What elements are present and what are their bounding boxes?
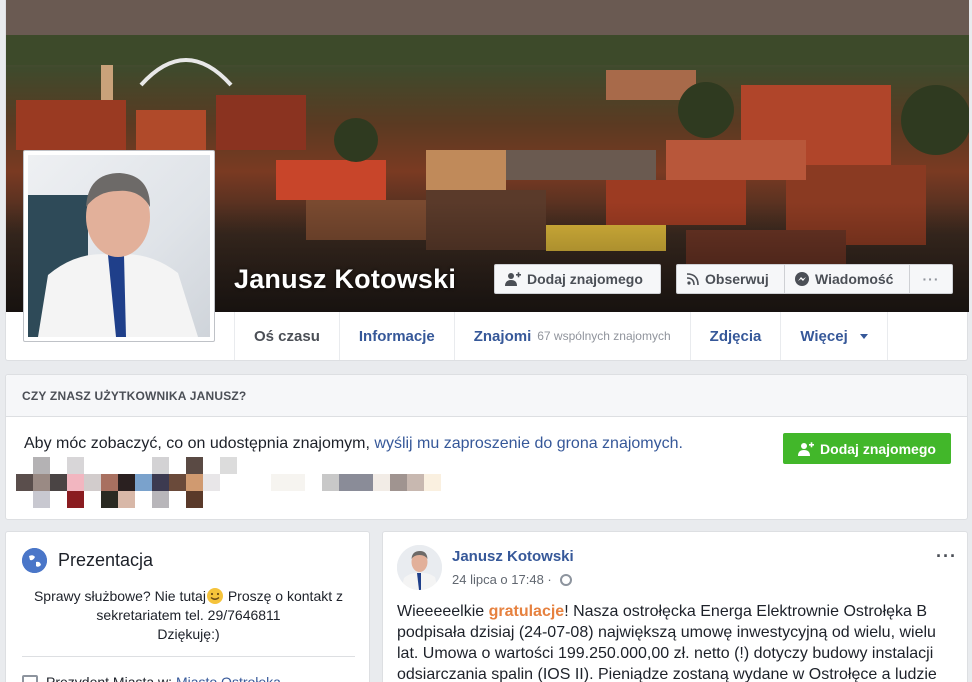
intro-title: Prezentacja xyxy=(58,550,154,570)
person-portrait-icon xyxy=(397,545,442,590)
public-globe-icon xyxy=(559,573,572,586)
profile-name: Janusz Kotowski xyxy=(234,264,457,294)
intro-line3: Dziękuję:) xyxy=(157,626,220,642)
message-label: Wiadomość xyxy=(815,271,894,287)
post-card: Janusz Kotowski 24 lipca o 17:48 · ··· W… xyxy=(382,531,968,682)
add-friend-label: Dodaj znajomego xyxy=(527,271,643,287)
follow-button[interactable]: Obserwuj xyxy=(676,264,785,294)
tab-label: Znajomi xyxy=(473,327,532,345)
tab-friends[interactable]: Znajomi 67 wspólnych znajomych xyxy=(453,312,690,360)
post-text: Wieeeeelkie gratulacje! Nasza ostrołęcka… xyxy=(397,601,955,682)
post-hashtag-highlight[interactable]: gratulacje xyxy=(489,603,565,620)
post-avatar[interactable] xyxy=(397,545,442,590)
intro-divider xyxy=(22,656,355,657)
send-friend-request-link[interactable]: wyślij mu zaproszenie do grona znajomych… xyxy=(374,435,683,452)
work-prefix: Prezydent Miasta w: xyxy=(46,674,176,682)
add-friend-green-label: Dodaj znajomego xyxy=(820,440,936,457)
profile-picture[interactable] xyxy=(23,150,215,342)
mutual-friends-count: 67 wspólnych znajomych xyxy=(537,329,671,343)
tab-photos[interactable]: Zdjęcia xyxy=(689,312,781,360)
globe-icon xyxy=(22,548,47,573)
know-user-card: CZY ZNASZ UŻYTKOWNIKA JANUSZ? Aby móc zo… xyxy=(5,374,968,520)
message-button[interactable]: Wiadomość xyxy=(784,264,910,294)
more-options-button[interactable]: ··· xyxy=(909,264,953,294)
know-user-text-prefix: Aby móc zobaczyć, co on udostępnia znajo… xyxy=(24,435,375,452)
intro-card: Prezentacja Sprawy służbowe? Nie tutaj P… xyxy=(5,531,370,682)
messenger-icon xyxy=(795,272,809,286)
post-options-icon[interactable]: ··· xyxy=(936,546,957,567)
work-link[interactable]: Miasto Ostrołęka xyxy=(176,674,281,682)
tab-label: Więcej xyxy=(800,327,848,345)
tab-timeline[interactable]: Oś czasu xyxy=(234,312,339,360)
know-user-header: CZY ZNASZ UŻYTKOWNIKA JANUSZ? xyxy=(6,375,967,417)
tab-about[interactable]: Informacje xyxy=(338,312,454,360)
post-date[interactable]: 24 lipca o 17:48 · xyxy=(452,572,552,587)
post-meta: 24 lipca o 17:48 · xyxy=(452,572,572,587)
tab-more[interactable]: Więcej xyxy=(780,312,888,360)
person-portrait-icon xyxy=(28,173,198,337)
chevron-down-icon xyxy=(859,333,868,339)
intro-work-row: Prezydent Miasta w: Miasto Ostrołęka xyxy=(22,674,281,682)
post-text-start: Wieeeeelkie xyxy=(397,603,489,620)
rss-icon xyxy=(687,273,699,285)
intro-line1-a: Sprawy służbowe? Nie tutaj xyxy=(33,588,206,604)
add-friend-green-button[interactable]: Dodaj znajomego xyxy=(783,433,951,464)
profile-picture-image xyxy=(28,155,210,337)
briefcase-icon xyxy=(22,675,38,682)
add-friend-button[interactable]: Dodaj znajomego xyxy=(494,264,661,294)
tab-label: Zdjęcia xyxy=(709,327,762,345)
profile-header-card: Janusz Kotowski Dodaj znajomego Obserwuj… xyxy=(5,0,969,361)
tab-label: Oś czasu xyxy=(254,327,320,345)
follow-label: Obserwuj xyxy=(705,271,769,287)
profile-tabs: Oś czasu Informacje Znajomi 67 wspólnych… xyxy=(234,312,888,360)
intro-line1-b: Proszę o kontakt z xyxy=(223,588,344,604)
add-friend-icon xyxy=(798,441,815,456)
post-author[interactable]: Janusz Kotowski xyxy=(452,548,574,565)
intro-description: Sprawy służbowe? Nie tutaj Proszę o kont… xyxy=(22,587,355,644)
intro-line2: sekretariatem tel. 29/7646811 xyxy=(96,607,281,623)
know-user-text: Aby móc zobaczyć, co on udostępnia znajo… xyxy=(24,435,683,453)
tab-label: Informacje xyxy=(358,327,435,345)
more-icon: ··· xyxy=(922,271,940,287)
add-friend-icon xyxy=(505,272,521,286)
smiley-emoji-icon xyxy=(206,588,223,604)
